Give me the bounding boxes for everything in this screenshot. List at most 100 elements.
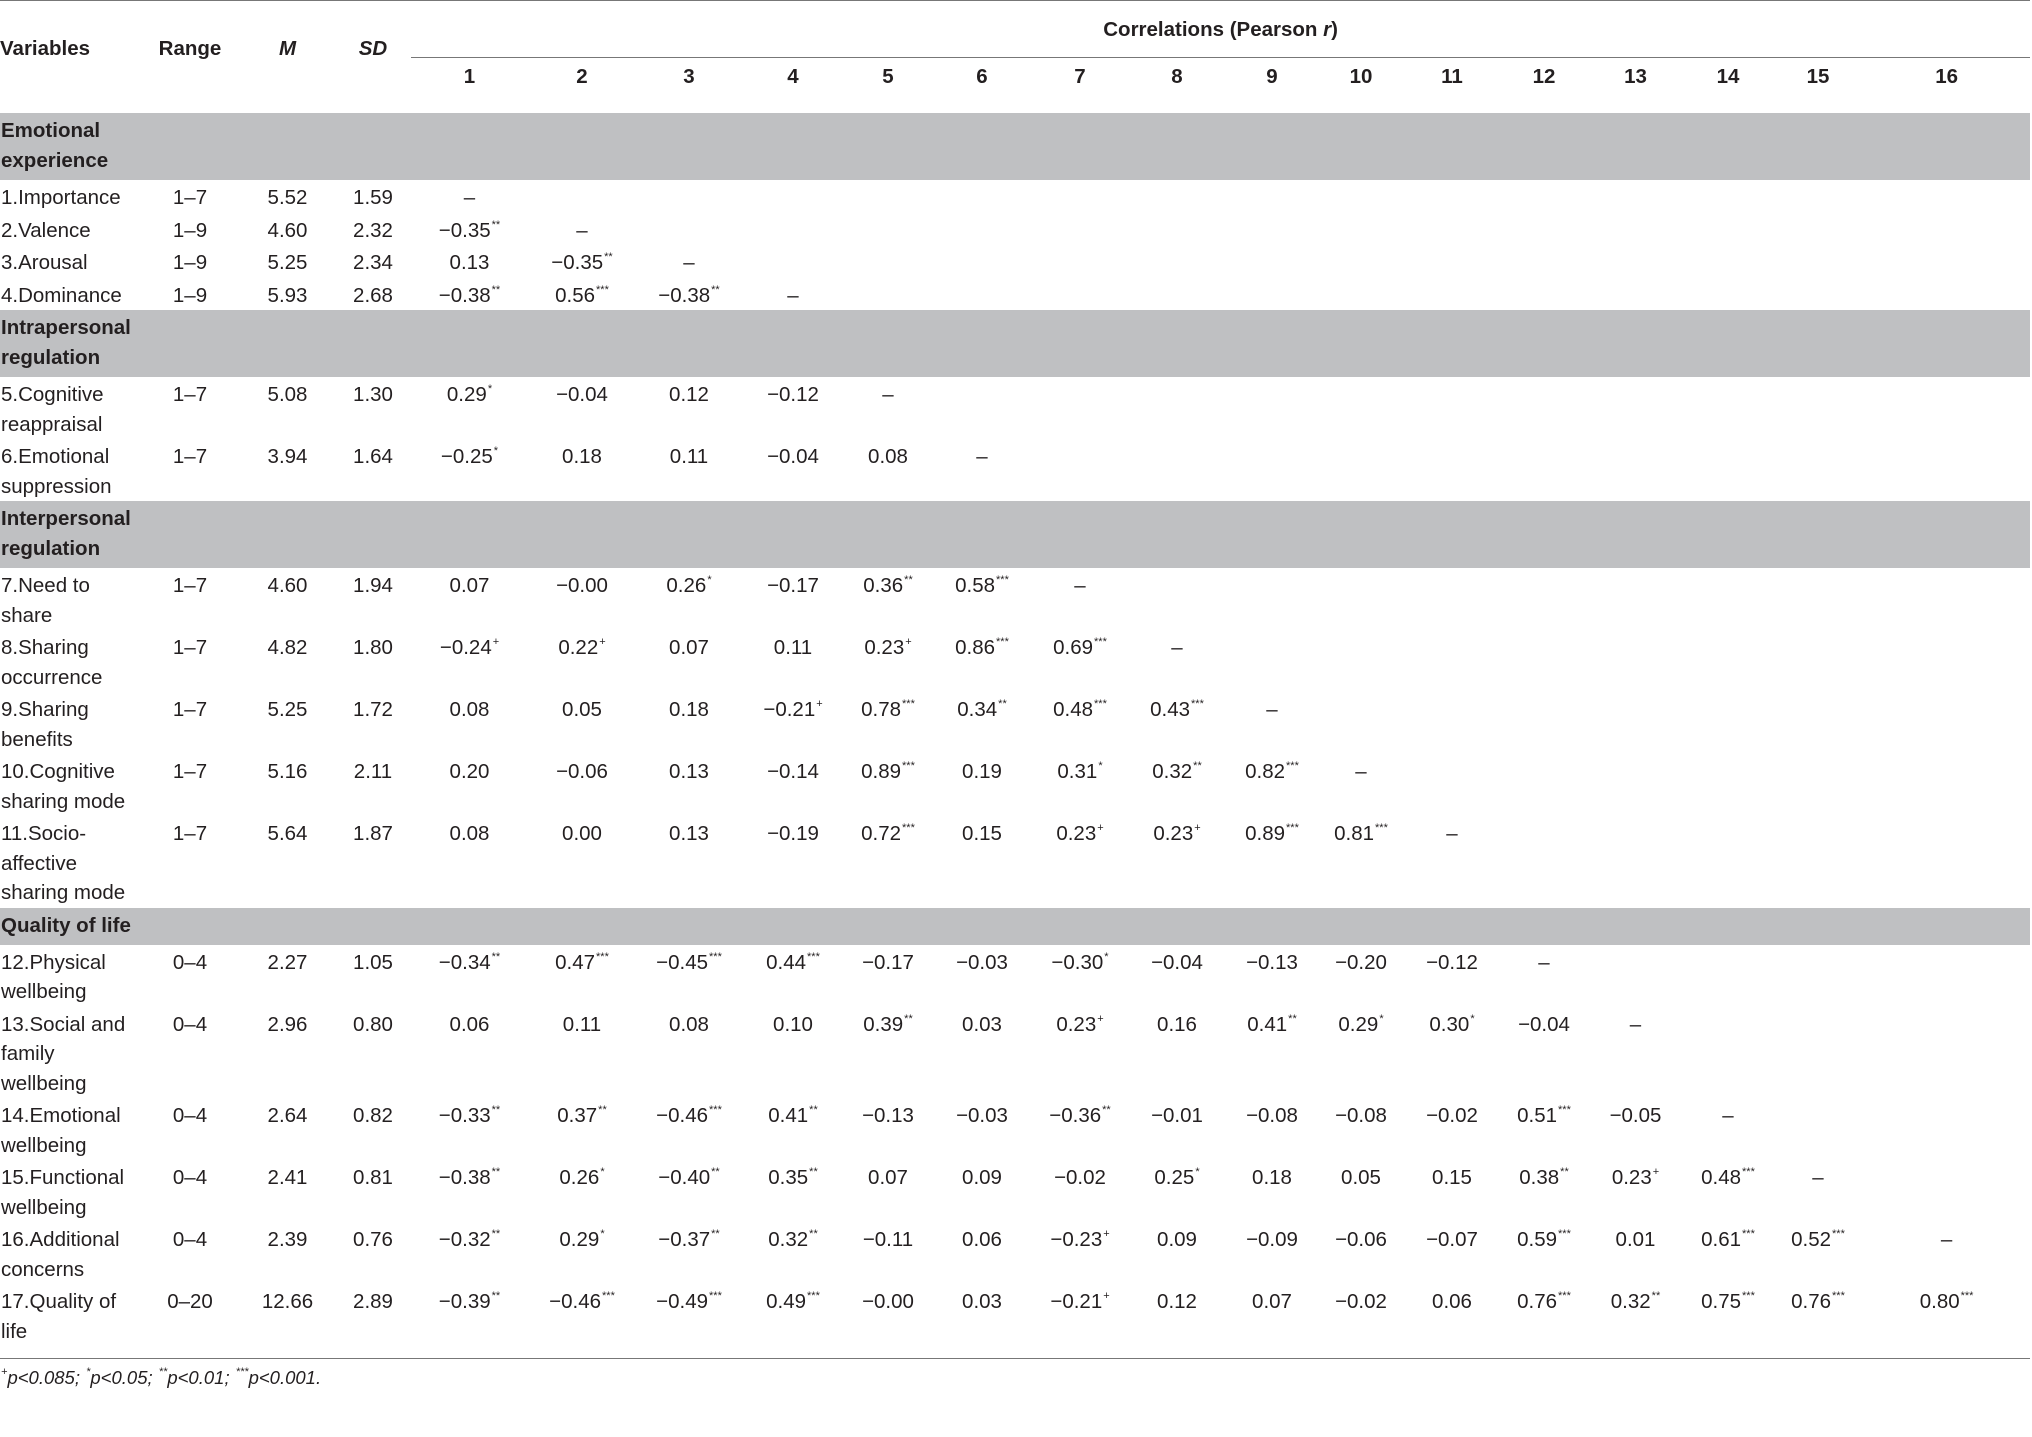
- empty-cell: [1863, 568, 2030, 630]
- correlation-cell: −0.06: [556, 760, 608, 783]
- empty-cell: [1404, 439, 1500, 501]
- empty-cell: [1128, 245, 1226, 278]
- significance-marker: +: [1103, 1228, 1110, 1240]
- mean-cell: 3.94: [267, 445, 308, 468]
- sd-cell: 1.05: [353, 950, 393, 974]
- empty-cell: [1318, 180, 1404, 213]
- correlation-cell: −0.17: [767, 574, 819, 597]
- correlation-cell: 0.18: [562, 445, 602, 468]
- correlation-cell: 0.12: [1128, 1284, 1226, 1359]
- value-text: 0.76: [1791, 1290, 1832, 1313]
- section-label: Emotional experience: [0, 113, 140, 180]
- significance-marker: **: [711, 283, 720, 296]
- correlation-cell: 0.18: [1252, 1166, 1292, 1189]
- value-text: 0.23: [864, 636, 905, 659]
- correlation-cell: –: [683, 251, 695, 274]
- value-text: −0.23: [1050, 1228, 1103, 1251]
- variable-name: 15.Functional wellbeing: [1, 1166, 125, 1219]
- correlation-cell: −0.24+: [411, 630, 528, 692]
- correlation-cell: 0.41**: [1226, 1007, 1318, 1099]
- empty-cell: [1500, 245, 1588, 278]
- value-text: −0.49: [656, 1290, 709, 1313]
- section-label: Interpersonal regulation: [0, 501, 140, 568]
- empty-cell: [1226, 213, 1318, 246]
- value-text: 0.81: [1334, 822, 1375, 845]
- significance-marker: +: [1103, 1290, 1110, 1302]
- range-cell: 1–7: [172, 822, 208, 845]
- empty-cell: [1588, 945, 1683, 1007]
- footnote-text: p<0.001.: [248, 1367, 322, 1388]
- correlation-cell: −0.13: [862, 1104, 914, 1127]
- significance-marker: **: [1560, 1166, 1569, 1178]
- significance-marker: +: [1097, 1012, 1104, 1025]
- mean-cell: 5.64: [267, 822, 308, 845]
- column-number-2: 2: [576, 64, 588, 88]
- empty-cell: [1404, 692, 1500, 754]
- correlation-cell: −0.38**: [636, 278, 742, 311]
- significance-marker: ***: [709, 1104, 722, 1116]
- empty-cell: [844, 245, 932, 278]
- table-row: 4.Dominance 1–9 5.93 2.68 −0.38** 0.56*** −0.3…: [0, 278, 2030, 311]
- correlation-cell: 0.23+: [844, 630, 932, 692]
- table-row: 14.Emotional wellbeing 0–4 2.64 0.82 −0.33**…: [0, 1098, 2030, 1160]
- significance-marker: +: [1097, 822, 1104, 834]
- mean-cell: 2.39: [267, 1228, 308, 1251]
- column-number-11: 11: [1441, 64, 1463, 88]
- correlation-cell: 0.29*: [411, 377, 528, 439]
- correlation-cell: 0.56***: [528, 278, 636, 311]
- value-text: 0.32: [768, 1228, 809, 1251]
- table-row: 6.Emotional suppression 1–7 3.94 1.64 −0.25*…: [0, 439, 2030, 501]
- correlation-cell: −0.38**: [411, 1160, 528, 1222]
- empty-cell: [1226, 377, 1318, 439]
- empty-cell: [1683, 816, 1773, 908]
- empty-cell: [844, 180, 932, 213]
- value-text: 0.75: [1701, 1290, 1742, 1313]
- table-body: Emotional experience 1.Importance 1–7 5.52 1…: [0, 97, 2031, 1359]
- variable-name: 17.Quality of life: [0, 1284, 140, 1359]
- header-sd: SD: [358, 37, 388, 61]
- correlation-cell: 0.05: [562, 698, 602, 721]
- significance-marker: **: [711, 1228, 720, 1240]
- value-text: −0.40: [658, 1166, 711, 1189]
- empty-cell: [1128, 568, 1226, 630]
- column-number-13: 13: [1624, 64, 1647, 88]
- value-text: −0.33: [438, 1104, 491, 1127]
- footnote-text: p<0.085;: [7, 1367, 86, 1388]
- table-row: 5.Cognitive reappraisal 1–7 5.08 1.30 0.29* −…: [0, 377, 2030, 439]
- variable-name: 10.Cognitive sharing mode: [1, 760, 126, 813]
- empty-cell: [1032, 245, 1128, 278]
- mean-cell: 4.60: [267, 574, 308, 597]
- significance-marker: ***: [902, 760, 915, 772]
- correlation-cell: −0.30*: [1032, 945, 1128, 1007]
- empty-cell: [1773, 816, 1863, 908]
- value-text: −0.38: [438, 1166, 491, 1189]
- value-text: 0.56: [555, 283, 596, 307]
- column-number-5: 5: [882, 64, 894, 88]
- empty-cell: [1500, 180, 1588, 213]
- correlation-cell: −0.08: [1335, 1104, 1387, 1127]
- value-text: −0.35: [438, 218, 491, 242]
- range-cell: 1–7: [172, 574, 208, 597]
- significance-marker: **: [598, 1104, 607, 1116]
- value-text: −0.25: [440, 445, 493, 468]
- sd-cell: 1.94: [353, 574, 393, 597]
- correlation-cell: 0.10: [773, 1012, 813, 1036]
- significance-marker: **: [1102, 1104, 1111, 1116]
- spacer-row: [0, 97, 2030, 113]
- variable-name: 7.Need to share: [1, 574, 90, 627]
- sd-cell: 1.64: [353, 445, 393, 468]
- correlation-cell: 0.37**: [528, 1098, 636, 1160]
- value-text: 0.69: [1053, 636, 1094, 659]
- correlation-cell: –: [976, 445, 988, 468]
- table-row: 2.Valence 1–9 4.60 2.32 −0.35** –: [0, 213, 2030, 246]
- correlation-cell: 0.07: [868, 1166, 908, 1189]
- value-text: −0.32: [438, 1228, 491, 1251]
- correlation-cell: 0.52***: [1773, 1222, 1863, 1284]
- empty-cell: [1318, 377, 1404, 439]
- correlation-cell: 0.59***: [1500, 1222, 1588, 1284]
- sd-cell: 0.76: [353, 1228, 393, 1251]
- empty-cell: [742, 180, 844, 213]
- significance-marker: ***: [902, 822, 915, 834]
- significance-marker: ***: [1375, 822, 1388, 834]
- significance-marker: **: [491, 283, 501, 296]
